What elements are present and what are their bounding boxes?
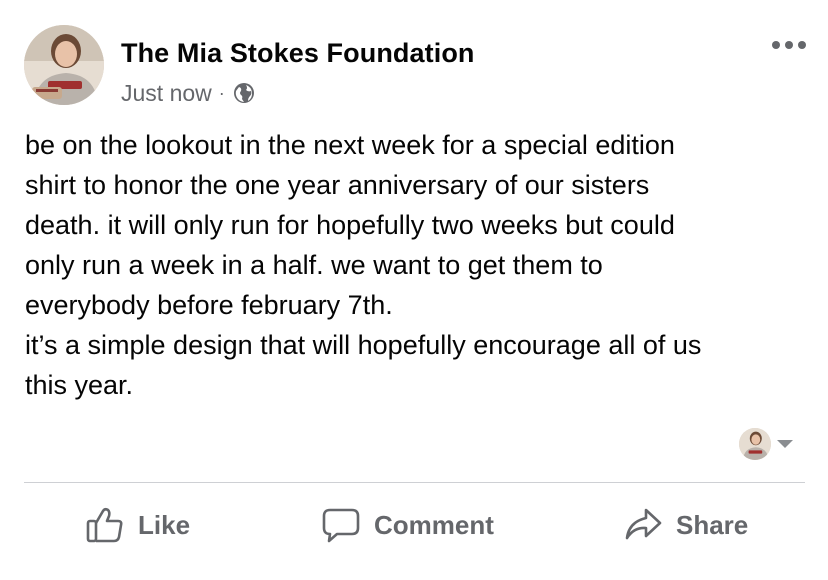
page-name-link[interactable]: The Mia Stokes Foundation: [121, 38, 475, 69]
share-arrow-icon: [625, 508, 662, 540]
post-body-line: this year.: [25, 370, 134, 400]
like-label: Like: [138, 509, 191, 540]
more-dot: [798, 41, 806, 49]
comment-label: Comment: [374, 509, 494, 540]
chevron-down-icon: [777, 440, 793, 448]
viewer-avatar: [739, 428, 771, 460]
post-body-line: it’s a simple design that will hopefully…: [25, 330, 702, 360]
post-timestamp[interactable]: Just now: [121, 80, 212, 107]
post-card: The Mia Stokes Foundation Just now · be …: [0, 0, 828, 580]
more-dot: [772, 41, 780, 49]
more-options-icon[interactable]: [772, 38, 806, 52]
post-body: be on the lookout in the next week for a…: [25, 125, 815, 405]
post-body-line: only run a week in a half. we want to ge…: [25, 250, 603, 280]
globe-icon[interactable]: [233, 82, 255, 104]
share-button[interactable]: Share: [624, 496, 748, 554]
post-body-line: be on the lookout in the next week for a…: [25, 130, 675, 160]
share-label: Share: [676, 509, 749, 540]
meta-separator: ·: [218, 82, 225, 103]
viewer-selector[interactable]: [739, 427, 799, 461]
post-body-line: death. it will only run for hopefully tw…: [25, 210, 675, 240]
comment-bubble-icon: [322, 508, 360, 543]
thumbs-up-icon: [86, 507, 123, 543]
post-meta: Just now ·: [121, 79, 255, 107]
like-button[interactable]: Like: [86, 496, 190, 554]
more-dot: [785, 41, 793, 49]
post-body-line: everybody before february 7th.: [25, 290, 393, 320]
post-actions: Like Comment Share: [0, 496, 828, 554]
post-body-line: shirt to honor the one year anniversary …: [25, 170, 650, 200]
comment-button[interactable]: Comment: [322, 496, 494, 554]
page-avatar[interactable]: [24, 25, 104, 105]
actions-divider: [24, 482, 805, 483]
